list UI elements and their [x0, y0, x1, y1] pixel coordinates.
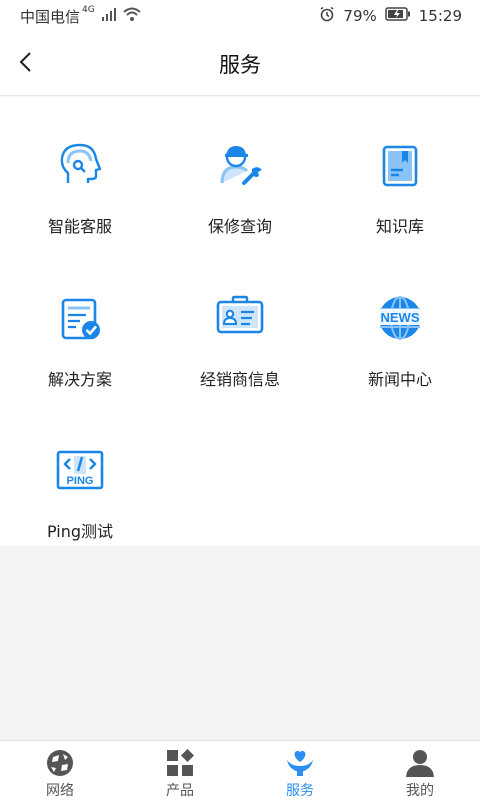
news-center-icon: NEWS	[372, 290, 428, 346]
network-type: 4G	[82, 5, 95, 15]
signal-icon	[101, 7, 117, 25]
news-icon-text: NEWS	[381, 310, 420, 325]
solution-icon	[52, 290, 108, 346]
page-title: 服务	[219, 52, 261, 77]
battery-percent: 79%	[343, 7, 377, 25]
dealer-info-icon	[212, 290, 268, 346]
service-label: 智能客服	[47, 217, 112, 236]
service-label: 新闻中心	[367, 370, 432, 389]
service-label: 知识库	[375, 217, 424, 236]
tab-label: 服务	[286, 783, 314, 799]
status-bar: 中国电信 4G 79% 15:29	[0, 0, 480, 32]
service-news-center[interactable]: NEWS 新闻中心	[320, 250, 480, 400]
service-label: 保修查询	[207, 217, 272, 236]
clock: 15:29	[418, 7, 462, 25]
service-grid-panel: 智能客服 保修查询 知识库 解决方案 经销商信息 NEWS 新闻中心 PING …	[0, 97, 480, 546]
service-icon	[285, 748, 315, 778]
profile-icon	[405, 748, 435, 778]
status-left: 中国电信 4G	[20, 5, 141, 27]
tab-service[interactable]: 服务	[240, 741, 360, 800]
tab-network[interactable]: 网络	[0, 741, 120, 800]
service-warranty-query[interactable]: 保修查询	[160, 97, 320, 247]
alarm-icon	[319, 6, 335, 26]
service-grid: 智能客服 保修查询 知识库 解决方案 经销商信息 NEWS 新闻中心 PING …	[0, 97, 480, 546]
battery-icon	[385, 7, 411, 25]
tab-label: 网络	[46, 783, 74, 799]
carrier-name: 中国电信	[20, 7, 81, 26]
bottom-tab-bar: 网络 产品 服务 我的	[0, 740, 480, 800]
service-label: Ping测试	[46, 522, 114, 541]
service-solution[interactable]: 解决方案	[0, 250, 160, 400]
service-label: 解决方案	[47, 370, 112, 389]
service-label: 经销商信息	[199, 370, 280, 389]
network-icon	[45, 748, 75, 778]
knowledge-base-icon	[372, 137, 428, 193]
tab-products[interactable]: 产品	[120, 741, 240, 800]
tab-label: 我的	[406, 783, 434, 799]
back-chevron-icon	[18, 51, 34, 77]
products-icon	[165, 748, 195, 778]
smart-support-icon	[52, 137, 108, 193]
status-right: 79% 15:29	[319, 6, 462, 26]
service-ping-test[interactable]: PING Ping测试	[0, 402, 160, 552]
back-button[interactable]	[12, 50, 40, 78]
service-knowledge-base[interactable]: 知识库	[320, 97, 480, 247]
ping-icon-text: PING	[67, 475, 94, 487]
tab-label: 产品	[166, 783, 194, 799]
service-dealer-info[interactable]: 经销商信息	[160, 250, 320, 400]
service-smart-support[interactable]: 智能客服	[0, 97, 160, 247]
app-header: 服务	[0, 32, 480, 96]
wifi-icon	[123, 7, 141, 25]
tab-profile[interactable]: 我的	[360, 741, 480, 800]
warranty-query-icon	[212, 137, 268, 193]
ping-test-icon: PING	[52, 442, 108, 498]
